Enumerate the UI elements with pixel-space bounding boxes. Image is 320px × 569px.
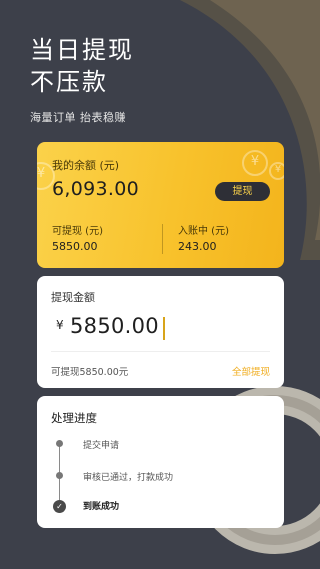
pending-value: 243.00 xyxy=(178,240,217,253)
step-arrived: 到账成功 xyxy=(83,502,120,512)
balance-value: 6,093.00 xyxy=(52,178,140,200)
step-dot-icon xyxy=(56,472,63,479)
available-label: 可提现 (元) xyxy=(52,226,103,237)
progress-title: 处理进度 xyxy=(51,411,97,425)
balance-label: 我的余额 (元) xyxy=(52,159,120,172)
withdraw-all-link[interactable]: 全部提现 xyxy=(232,364,270,378)
hero-title: 当日提现 不压款 xyxy=(30,34,134,98)
balance-card: ¥ ¥ ¥ 我的余额 (元) 6,093.00 提现 可提现 (元) 5850.… xyxy=(37,142,284,268)
step-submit: 提交申请 xyxy=(83,441,120,451)
text-caret xyxy=(163,317,165,340)
hero-subtitle: 海量订单 抬表稳赚 xyxy=(30,111,126,124)
withdraw-button[interactable]: 提现 xyxy=(215,182,270,201)
hero-title-line2: 不压款 xyxy=(30,68,108,96)
coin-icon: ¥ xyxy=(269,162,284,180)
divider xyxy=(51,351,270,352)
amount-label: 提现金额 xyxy=(51,291,95,304)
step-dot-icon xyxy=(56,440,63,447)
check-circle-icon: ✓ xyxy=(53,500,66,513)
available-hint: 可提现5850.00元 xyxy=(51,367,129,378)
divider xyxy=(162,224,163,254)
pending-label: 入账中 (元) xyxy=(178,226,229,237)
available-value: 5850.00 xyxy=(52,240,98,253)
progress-card: 处理进度 ✓ 提交申请 审核已通过，打款成功 到账成功 xyxy=(37,396,284,528)
amount-input[interactable]: 5850.00 xyxy=(70,314,159,338)
coin-icon: ¥ xyxy=(242,150,268,176)
currency-symbol: ¥ xyxy=(56,318,64,332)
step-approved: 审核已通过，打款成功 xyxy=(83,473,174,483)
hero-title-line1: 当日提现 xyxy=(30,36,134,64)
amount-card: 提现金额 ¥ 5850.00 可提现5850.00元 全部提现 xyxy=(37,276,284,388)
